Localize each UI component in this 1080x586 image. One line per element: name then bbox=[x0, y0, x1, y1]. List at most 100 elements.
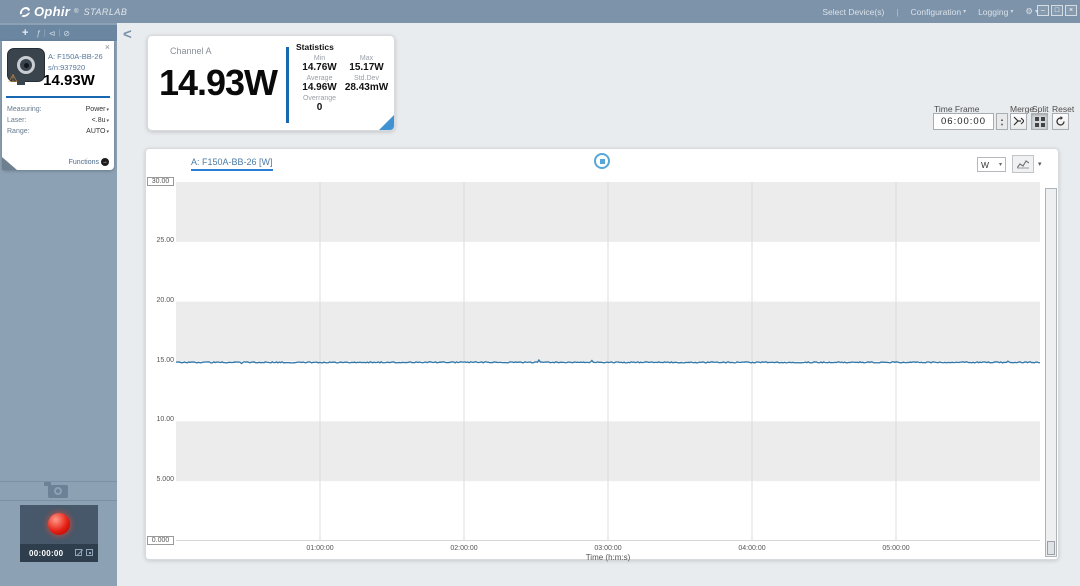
scrollbar-thumb[interactable] bbox=[1047, 541, 1055, 555]
chevron-down-icon: ▾ bbox=[998, 162, 1002, 168]
recorder-status-bar: 00:00:00 bbox=[20, 544, 98, 562]
stat-label-max: Max bbox=[359, 55, 374, 62]
card-corner-fold[interactable] bbox=[379, 115, 394, 130]
functions-link[interactable]: Functions → bbox=[69, 158, 109, 166]
stat-value-min: 14.76W bbox=[302, 62, 337, 73]
toolbar-divider: | bbox=[58, 29, 61, 37]
reset-icon bbox=[1056, 116, 1065, 126]
x-tick-label: 02:00:00 bbox=[450, 545, 478, 552]
laser-row: Laser: <.8u ▾ bbox=[7, 115, 109, 126]
x-tick-label: 04:00:00 bbox=[738, 545, 766, 552]
y-tick-label: 30.00 bbox=[147, 177, 174, 186]
menu-configuration[interactable]: Configuration ▾ bbox=[911, 7, 967, 17]
range-select[interactable]: AUTO ▾ bbox=[86, 128, 109, 135]
channel-summary-card[interactable]: Channel A 14.93W Statistics Min Max 14.7… bbox=[147, 35, 395, 131]
measuring-select[interactable]: Power ▾ bbox=[86, 106, 109, 113]
functions-arrow-icon: → bbox=[101, 158, 109, 166]
stepper-down-icon[interactable]: ▼ bbox=[1000, 122, 1004, 127]
menu-configuration-label: Configuration bbox=[910, 6, 962, 17]
accent-divider bbox=[6, 96, 110, 98]
chart-type-dropdown-icon[interactable]: ▾ bbox=[1038, 160, 1042, 168]
brand-registered-mark: ® bbox=[74, 8, 79, 15]
brand-suffix: STARLAB bbox=[83, 6, 128, 17]
device-settings: Measuring: Power ▾ Laser: <.8u ▾ Range: … bbox=[7, 104, 109, 137]
chevron-down-icon: ▾ bbox=[106, 128, 109, 135]
y-tick-label: 15.00 bbox=[156, 356, 174, 364]
sidebar-toolbar: + ƒ | ⊲ | ⊘ bbox=[0, 25, 117, 41]
record-timer: 00:00:00 bbox=[29, 548, 64, 558]
stat-value-stddev: 28.43mW bbox=[344, 82, 389, 93]
app-logo: Ophir ® STARLAB bbox=[18, 4, 128, 19]
record-icon[interactable]: ⊘ bbox=[63, 29, 70, 38]
timeframe-input[interactable]: 06:00:00 bbox=[933, 113, 994, 130]
statistics-title: Statistics bbox=[296, 42, 334, 52]
minimize-button[interactable]: – bbox=[1037, 5, 1049, 16]
statistics-panel: Statistics Min Max 14.76W 15.17W Average… bbox=[296, 42, 390, 113]
chart-type-button[interactable] bbox=[1012, 155, 1034, 173]
measuring-row: Measuring: Power ▾ bbox=[7, 104, 109, 115]
card-divider bbox=[286, 47, 289, 123]
add-device-button[interactable]: + bbox=[22, 27, 28, 39]
measuring-label: Measuring: bbox=[7, 106, 42, 113]
recorder-tools-icon[interactable] bbox=[86, 549, 93, 556]
split-button[interactable] bbox=[1031, 113, 1048, 130]
y-tick-label: 5.000 bbox=[156, 476, 174, 484]
title-bar: Ophir ® STARLAB Select Device(s) | Confi… bbox=[0, 0, 1080, 23]
gear-icon: ⚙ bbox=[1025, 6, 1033, 16]
device-serial: s/n:937920 bbox=[48, 63, 86, 72]
stat-spacer bbox=[343, 93, 390, 102]
reset-button[interactable] bbox=[1052, 113, 1069, 130]
menu-select-devices[interactable]: Select Device(s) bbox=[822, 7, 884, 17]
device-card[interactable]: × A: F150A-BB-26 s/n:937920 ⚠ 14.93W Mea… bbox=[2, 41, 114, 170]
stat-value-overrange: 0 bbox=[316, 102, 323, 113]
stat-label-overrange: Overrange bbox=[302, 95, 337, 102]
stat-label-average: Average bbox=[306, 75, 333, 82]
channel-label: Channel A bbox=[170, 46, 212, 56]
power-trend-chart[interactable] bbox=[175, 182, 1041, 541]
measuring-value: Power bbox=[85, 106, 106, 113]
x-tick-label: 03:00:00 bbox=[594, 545, 622, 552]
sensor-stem bbox=[17, 81, 25, 85]
stat-label-stddev: Std.Dev bbox=[354, 75, 379, 82]
stat-value-average: 14.96W bbox=[302, 82, 337, 93]
unit-select[interactable]: W ▾ bbox=[977, 157, 1006, 172]
y-tick-label: 25.00 bbox=[156, 236, 174, 244]
y-tick-label: 10.00 bbox=[156, 416, 174, 424]
camera-lens bbox=[54, 487, 62, 495]
collapse-sidebar-icon[interactable]: < bbox=[123, 26, 132, 43]
menu-logging-label: Logging bbox=[978, 6, 1009, 17]
close-icon[interactable]: × bbox=[105, 42, 110, 52]
chart-panel: A: F150A-BB-26 [W] W ▾ ▾ 30.00 25.00 20.00… bbox=[145, 148, 1059, 562]
function-icon[interactable]: ƒ bbox=[36, 29, 40, 38]
laser-select[interactable]: <.8u ▾ bbox=[92, 117, 109, 124]
top-menu: Select Device(s) | Configuration ▾ Loggi… bbox=[822, 0, 1038, 23]
x-axis-title: Time (h:m:s) bbox=[585, 553, 631, 562]
merge-button[interactable] bbox=[1010, 113, 1027, 130]
menu-separator: | bbox=[896, 6, 899, 17]
camera-icon[interactable] bbox=[44, 482, 68, 498]
laser-value: <.8u bbox=[91, 117, 106, 124]
chart-canvas[interactable] bbox=[175, 182, 1041, 541]
play-icon[interactable]: ⊲ bbox=[49, 29, 56, 38]
close-button[interactable]: × bbox=[1065, 5, 1077, 16]
recorder-expand-icon[interactable] bbox=[75, 549, 82, 556]
record-button[interactable] bbox=[48, 513, 70, 535]
menu-logging[interactable]: Logging ▾ bbox=[978, 7, 1013, 17]
maximize-button[interactable]: □ bbox=[1051, 5, 1063, 16]
window-controls: – □ × bbox=[1037, 5, 1077, 16]
brand-name: Ophir bbox=[34, 4, 71, 19]
stat-value-max: 15.17W bbox=[349, 62, 384, 73]
chart-tab[interactable]: A: F150A-BB-26 [W] bbox=[191, 157, 273, 171]
range-label: Range: bbox=[7, 128, 30, 135]
sensor-center bbox=[24, 63, 29, 68]
warning-icon: ⚠ bbox=[8, 73, 18, 85]
range-value: AUTO bbox=[86, 128, 106, 135]
y-tick-label: 20.00 bbox=[156, 296, 174, 304]
chart-scrollbar[interactable] bbox=[1045, 188, 1057, 557]
timeframe-stepper[interactable]: ▲ ▼ bbox=[996, 113, 1008, 130]
merge-icon bbox=[1013, 116, 1024, 126]
pause-chart-button[interactable] bbox=[594, 153, 610, 169]
channel-reading: 14.93W bbox=[158, 62, 278, 103]
card-corner-fold bbox=[2, 157, 17, 170]
recorder-panel: 00:00:00 bbox=[20, 505, 98, 562]
